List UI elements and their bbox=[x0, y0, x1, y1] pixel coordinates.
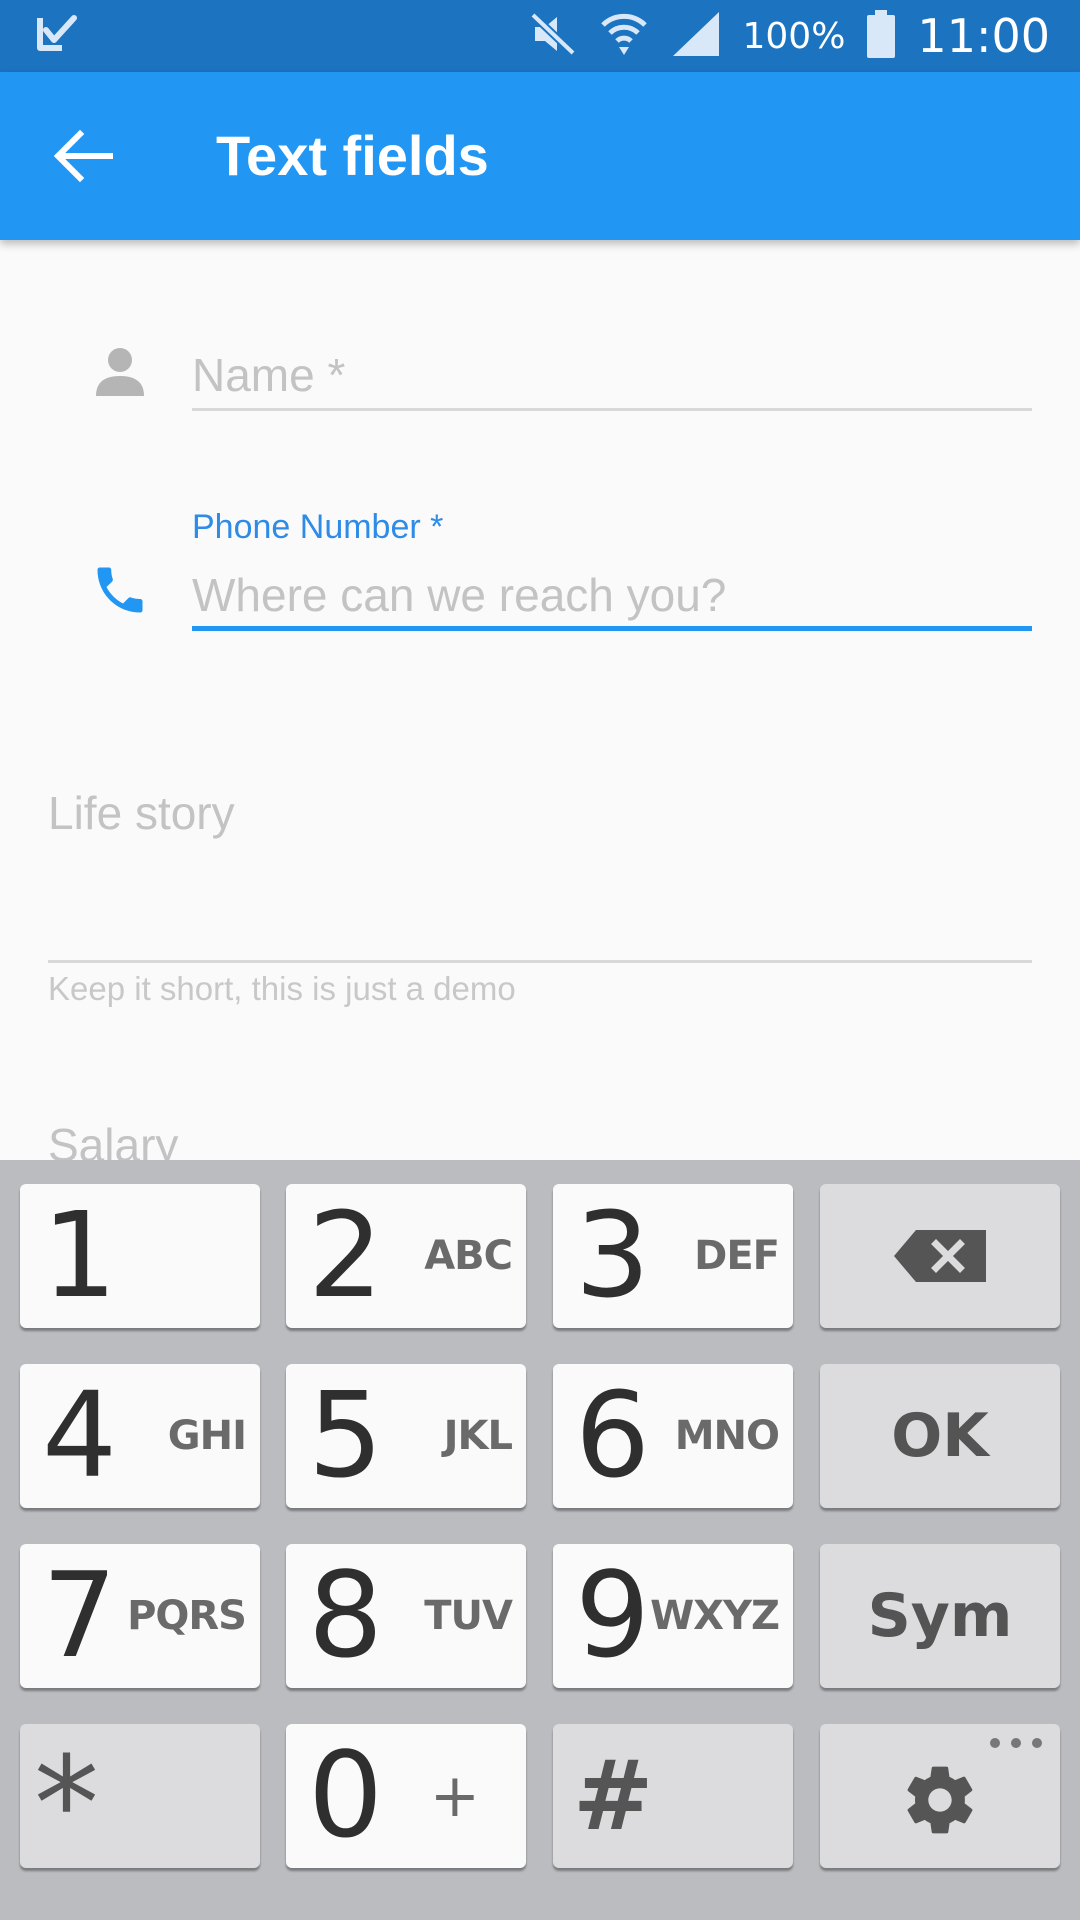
name-underline bbox=[192, 408, 1032, 411]
key-digit: 3 bbox=[575, 1186, 651, 1324]
key-letters: ABC bbox=[424, 1233, 513, 1279]
page-title: Text fields bbox=[216, 124, 489, 187]
key-digit: 7 bbox=[42, 1546, 118, 1684]
person-icon bbox=[94, 346, 146, 403]
back-button[interactable] bbox=[50, 122, 118, 190]
key-letters: DEF bbox=[694, 1233, 780, 1279]
star-key[interactable]: * bbox=[20, 1724, 260, 1880]
key-digit: 0 bbox=[308, 1726, 384, 1864]
backspace-icon bbox=[894, 1230, 986, 1282]
clock: 11:00 bbox=[917, 9, 1050, 63]
key-digit: 1 bbox=[42, 1186, 118, 1324]
star-label: * bbox=[34, 1728, 99, 1880]
key-3[interactable]: 3 DEF bbox=[553, 1184, 793, 1328]
numeric-keyboard: 1 2 ABC 3 DEF 4 GHI 5 JKL 6 MNO OK 7 PQR… bbox=[0, 1160, 1080, 1920]
key-1[interactable]: 1 bbox=[20, 1184, 260, 1328]
phone-icon bbox=[90, 560, 150, 625]
status-icons: 100% 11:00 bbox=[529, 0, 1050, 72]
notification-check-icon bbox=[36, 14, 80, 59]
key-letters: GHI bbox=[167, 1413, 247, 1459]
key-letters: TUV bbox=[424, 1593, 513, 1639]
key-letters: WXYZ bbox=[650, 1593, 780, 1639]
key-0[interactable]: 0 + bbox=[286, 1724, 526, 1868]
life-story-underline bbox=[48, 960, 1032, 963]
key-8[interactable]: 8 TUV bbox=[286, 1544, 526, 1688]
key-plus: + bbox=[429, 1761, 480, 1831]
mute-icon bbox=[529, 11, 577, 62]
key-4[interactable]: 4 GHI bbox=[20, 1364, 260, 1508]
status-bar: 100% 11:00 bbox=[0, 0, 1080, 72]
wifi-icon bbox=[599, 9, 649, 64]
gear-icon bbox=[907, 1766, 973, 1834]
arrow-left-icon bbox=[53, 129, 113, 183]
battery-percent: 100% bbox=[742, 15, 846, 57]
key-digit: 4 bbox=[42, 1366, 118, 1504]
ok-key[interactable]: OK bbox=[820, 1364, 1060, 1508]
hash-label: # bbox=[573, 1740, 654, 1852]
key-letters: PQRS bbox=[127, 1593, 247, 1639]
key-9[interactable]: 9 WXYZ bbox=[553, 1544, 793, 1688]
key-digit: 8 bbox=[308, 1546, 384, 1684]
salary-input[interactable]: Salary bbox=[48, 1118, 178, 1160]
life-story-textarea[interactable] bbox=[48, 786, 1032, 936]
backspace-key[interactable] bbox=[820, 1184, 1060, 1328]
hash-key[interactable]: # bbox=[553, 1724, 793, 1868]
name-input[interactable] bbox=[192, 340, 1032, 410]
key-digit: 2 bbox=[308, 1186, 384, 1324]
key-2[interactable]: 2 ABC bbox=[286, 1184, 526, 1328]
phone-label: Phone Number * bbox=[192, 508, 444, 546]
signal-icon bbox=[671, 10, 721, 63]
key-digit: 6 bbox=[575, 1366, 651, 1504]
phone-underline bbox=[192, 626, 1032, 631]
battery-icon bbox=[867, 9, 896, 63]
key-6[interactable]: 6 MNO bbox=[553, 1364, 793, 1508]
key-5[interactable]: 5 JKL bbox=[286, 1364, 526, 1508]
life-story-helper: Keep it short, this is just a demo bbox=[48, 970, 516, 1007]
phone-input[interactable] bbox=[192, 560, 1032, 630]
app-bar: Text fields bbox=[0, 72, 1080, 240]
key-digit: 9 bbox=[575, 1546, 651, 1684]
key-letters: MNO bbox=[674, 1413, 780, 1459]
ok-label: OK bbox=[891, 1401, 989, 1471]
key-letters: JKL bbox=[443, 1413, 513, 1459]
key-digit: 5 bbox=[308, 1366, 384, 1504]
sym-label: Sym bbox=[867, 1581, 1013, 1651]
settings-key[interactable] bbox=[820, 1724, 1060, 1868]
sym-key[interactable]: Sym bbox=[820, 1544, 1060, 1688]
form: Phone Number * Keep it short, this is ju… bbox=[0, 240, 1080, 1160]
key-7[interactable]: 7 PQRS bbox=[20, 1544, 260, 1688]
more-dots-icon bbox=[990, 1738, 1042, 1748]
